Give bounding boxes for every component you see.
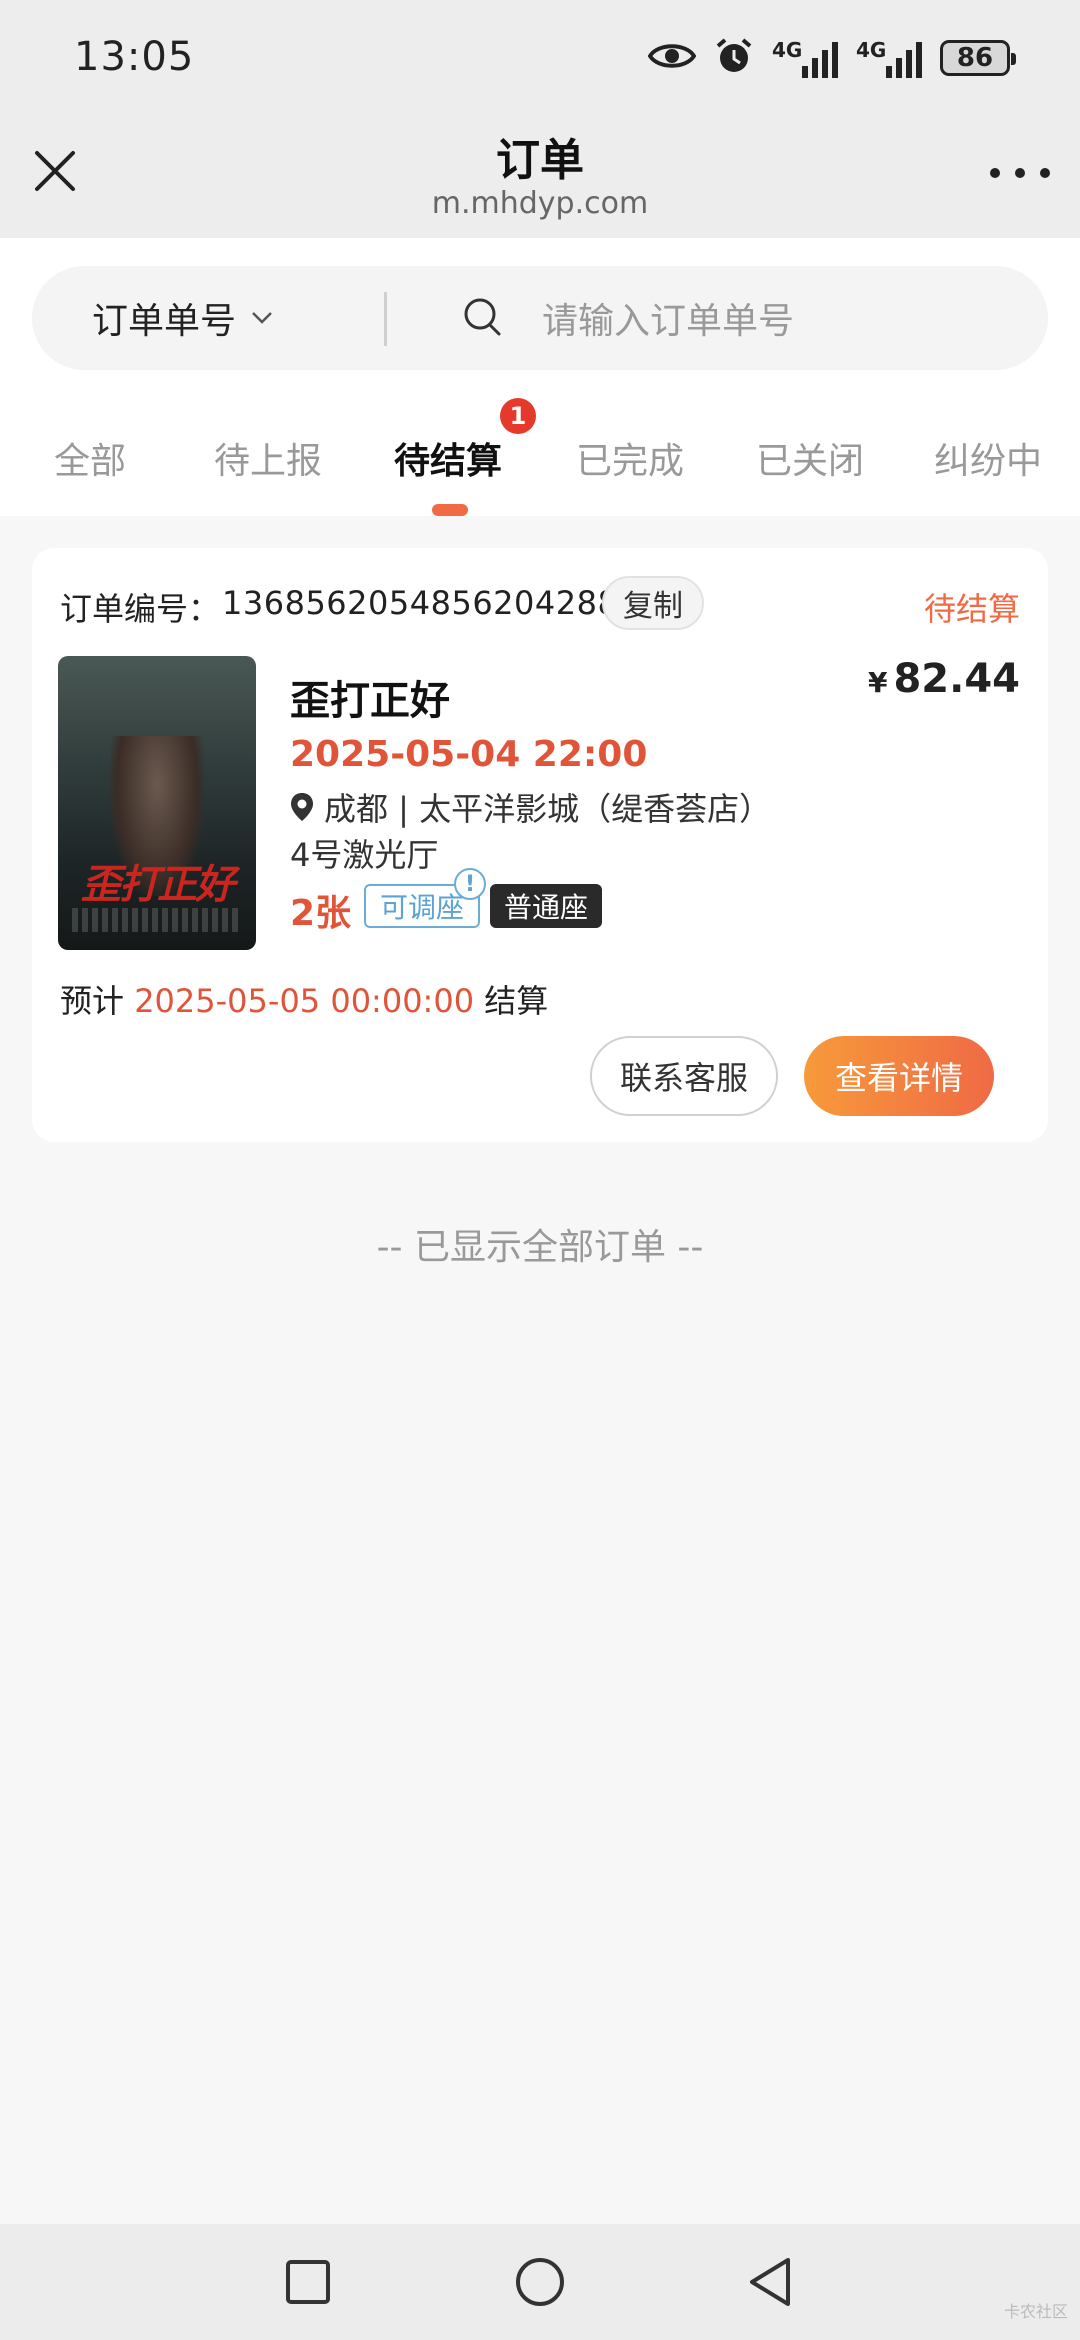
status-bar: 13:05 4G 4G 86 bbox=[0, 0, 1080, 120]
battery-icon: 86 bbox=[940, 40, 1016, 76]
square-icon bbox=[286, 2260, 330, 2304]
hall-name: 4号激光厅 bbox=[290, 836, 439, 874]
more-dot-icon bbox=[990, 168, 1000, 178]
contact-service-button[interactable]: 联系客服 bbox=[590, 1036, 778, 1116]
tab-dispute[interactable]: 纠纷中 bbox=[934, 432, 1042, 484]
seat-type-tag: 普通座 bbox=[490, 884, 603, 928]
tab-all[interactable]: 全部 bbox=[54, 432, 126, 484]
poster-credits bbox=[72, 908, 242, 932]
tab-completed[interactable]: 已完成 bbox=[576, 432, 684, 484]
search-divider bbox=[384, 292, 387, 346]
cinema-name: 成都 | 太平洋影城（缇香荟店） bbox=[324, 790, 772, 828]
poster-title: 歪打正好 bbox=[81, 862, 235, 908]
watermark: 卡农社区 bbox=[1003, 2302, 1068, 2321]
tab-active-indicator bbox=[432, 504, 468, 516]
screen: 13:05 4G 4G 86 订单 m.mhdyp.com 订单单号 请输入订单… bbox=[0, 0, 1080, 2340]
signal-4g-icon: 4G bbox=[772, 38, 838, 78]
triangle-back-icon bbox=[750, 2258, 790, 2306]
settle-suffix: 结算 bbox=[484, 982, 549, 1020]
page-header: 订单 m.mhdyp.com bbox=[0, 120, 1080, 238]
ticket-count: 2张 bbox=[290, 893, 352, 934]
search-box: 订单单号 请输入订单单号 bbox=[32, 266, 1048, 370]
order-tabs: 全部 待上报 待结算 1 已完成 已关闭 纠纷中 bbox=[0, 388, 1080, 516]
order-number: 1368562054856204288 bbox=[222, 584, 619, 622]
search-type-label: 订单单号 bbox=[92, 301, 237, 342]
battery-level: 86 bbox=[956, 43, 994, 73]
price-value: 82.44 bbox=[893, 656, 1020, 702]
tab-pending-settlement[interactable]: 待结算 bbox=[394, 432, 502, 484]
view-details-button[interactable]: 查看详情 bbox=[804, 1036, 994, 1116]
tab-pending-report[interactable]: 待上报 bbox=[214, 432, 322, 484]
movie-poster: 歪打正好 bbox=[58, 656, 256, 950]
cinema-location: 成都 | 太平洋影城（缇香荟店） bbox=[290, 784, 771, 830]
signal-4g-icon: 4G bbox=[856, 38, 922, 78]
price-symbol: ¥ bbox=[867, 666, 888, 699]
recent-apps-button[interactable] bbox=[280, 2254, 336, 2310]
copy-button[interactable]: 复制 bbox=[602, 576, 704, 630]
search-area: 订单单号 请输入订单单号 bbox=[0, 238, 1080, 388]
more-dot-icon bbox=[1015, 168, 1025, 178]
settle-prefix: 预计 bbox=[60, 982, 125, 1020]
search-type-select[interactable]: 订单单号 bbox=[92, 266, 274, 370]
search-input[interactable]: 请输入订单单号 bbox=[542, 266, 794, 370]
eye-icon bbox=[647, 40, 697, 76]
status-time: 13:05 bbox=[74, 34, 195, 80]
status-icons: 4G 4G 86 bbox=[647, 36, 1016, 80]
order-card: 订单编号： 1368562054856204288 复制 待结算 歪打正好 歪打… bbox=[32, 548, 1048, 1142]
movie-title: 歪打正好 bbox=[290, 678, 450, 724]
location-pin-icon bbox=[291, 793, 313, 821]
back-button[interactable] bbox=[742, 2254, 798, 2310]
chevron-down-icon bbox=[252, 312, 272, 324]
page-url: m.mhdyp.com bbox=[431, 186, 649, 221]
show-time: 2025-05-04 22:00 bbox=[290, 734, 648, 775]
settlement-estimate: 预计 2025-05-05 00:00:00 结算 bbox=[60, 976, 548, 1022]
order-number-label: 订单编号： bbox=[60, 590, 221, 628]
tab-badge: 1 bbox=[500, 398, 536, 434]
home-button[interactable] bbox=[512, 2254, 568, 2310]
alarm-icon bbox=[714, 36, 754, 80]
settle-date: 2025-05-05 00:00:00 bbox=[134, 982, 475, 1020]
more-button[interactable] bbox=[990, 158, 1050, 188]
search-icon bbox=[464, 298, 501, 336]
info-icon[interactable]: ! bbox=[454, 868, 486, 900]
all-orders-shown-note: -- 已显示全部订单 -- bbox=[376, 1227, 704, 1268]
order-status: 待结算 bbox=[923, 590, 1020, 628]
system-navigation-bar: 卡农社区 bbox=[0, 2224, 1080, 2340]
order-price: ¥82.44 bbox=[868, 656, 1020, 702]
page-title: 订单 bbox=[496, 135, 584, 186]
circle-icon bbox=[516, 2258, 564, 2306]
tab-closed[interactable]: 已关闭 bbox=[756, 432, 864, 484]
more-dot-icon bbox=[1040, 168, 1050, 178]
